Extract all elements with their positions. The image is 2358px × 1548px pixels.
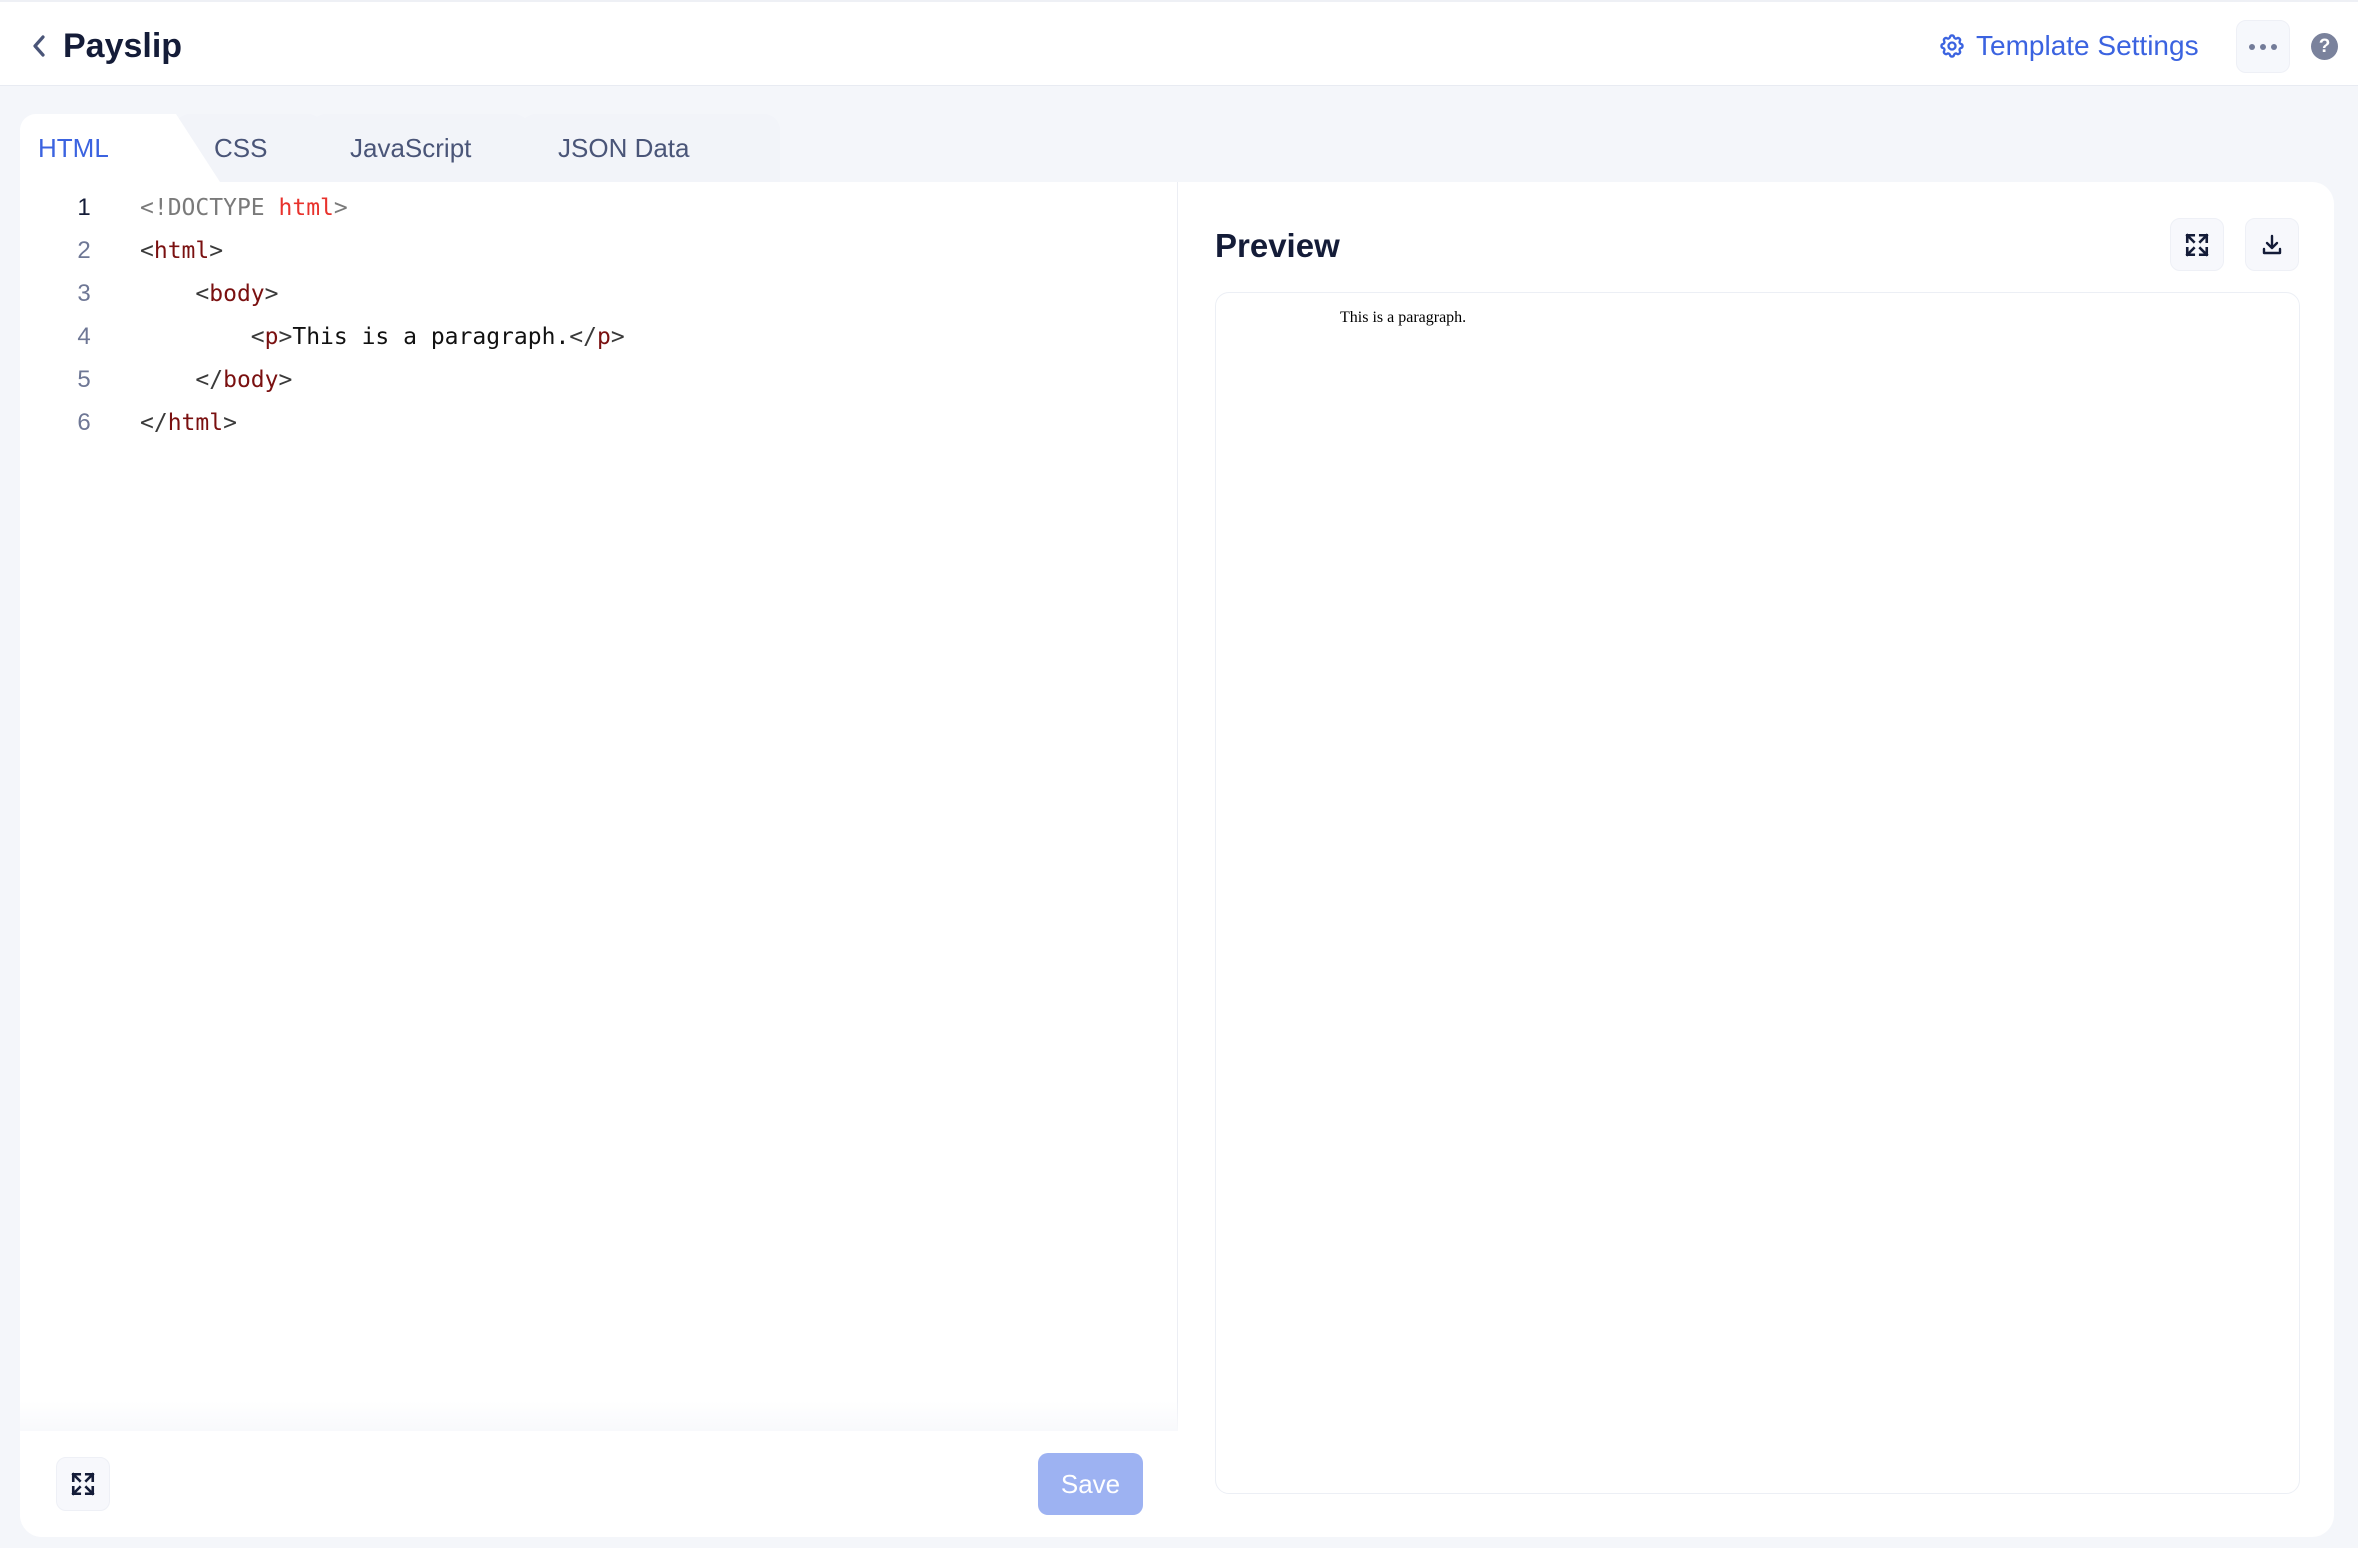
line-number: 1 xyxy=(77,193,91,221)
more-dot xyxy=(2271,43,2277,50)
code-token: <! xyxy=(140,194,168,221)
code-token: html xyxy=(153,237,210,264)
code-token: </ xyxy=(140,409,168,436)
code-token: body xyxy=(223,366,279,393)
preview-panel: Preview This is a paragraph. xyxy=(1178,182,2334,1537)
tab-label: JavaScript xyxy=(350,132,472,163)
expand-icon xyxy=(2185,232,2209,257)
code-text: <!DOCTYPE html> xyxy=(140,195,348,221)
code-token: > xyxy=(610,323,625,350)
code-token: < xyxy=(140,237,154,264)
code-token: body xyxy=(209,280,265,307)
code-token: DOCTYPE xyxy=(167,194,265,221)
download-icon xyxy=(2262,234,2282,254)
tab-label: HTML xyxy=(38,132,109,163)
code-token: p xyxy=(264,323,279,350)
preview-paragraph: This is a paragraph. xyxy=(1340,309,1467,326)
template-settings-label: Template Settings xyxy=(1976,30,2199,61)
line-number: 6 xyxy=(77,408,91,436)
code-line[interactable]: 1 <!DOCTYPE html> xyxy=(20,186,1178,229)
help-glyph: ? xyxy=(2318,35,2331,57)
tab-json-data[interactable]: JSON Data xyxy=(520,114,780,182)
code-text: </html> xyxy=(140,410,237,436)
editor-fullscreen-button[interactable] xyxy=(56,1457,110,1511)
line-number: 2 xyxy=(77,236,91,264)
code-line[interactable]: 5 </body> xyxy=(20,358,1178,401)
editor-footer: Save xyxy=(20,1401,1178,1537)
code-token: </ xyxy=(140,366,224,393)
code-token: html xyxy=(167,409,224,436)
code-token: < xyxy=(140,323,265,350)
code-text: <p>This is a paragraph.</p> xyxy=(140,324,625,350)
preview-title: Preview xyxy=(1215,227,1340,264)
code-line[interactable]: 3 <body> xyxy=(20,272,1178,315)
chevron-left-icon xyxy=(33,35,45,57)
code-text: </body> xyxy=(140,367,292,393)
code-token: > xyxy=(278,366,293,393)
save-button[interactable]: Save xyxy=(1038,1453,1143,1515)
line-number: 4 xyxy=(77,322,91,350)
line-number: 5 xyxy=(77,365,91,393)
code-token: p xyxy=(597,323,611,350)
tab-label: JSON Data xyxy=(558,132,690,163)
top-header: Payslip Template Settings ? xyxy=(0,0,2358,86)
more-dot xyxy=(2260,43,2266,50)
code-token: This is a paragraph. xyxy=(292,323,570,350)
code-editor-panel: 1 <!DOCTYPE html> 2 <html> 3 <body> 4 <p>This… xyxy=(20,182,1178,1537)
code-token: </ xyxy=(569,323,597,350)
code-text: <html> xyxy=(140,238,223,264)
code-token: > xyxy=(278,323,293,350)
code-token: html xyxy=(278,194,334,221)
code-token: > xyxy=(223,409,237,436)
code-token: > xyxy=(333,194,348,221)
code-line[interactable]: 2 <html> xyxy=(20,229,1178,272)
help-icon[interactable]: ? xyxy=(2311,33,2338,60)
tab-label: CSS xyxy=(214,132,268,163)
download-button[interactable] xyxy=(2245,218,2299,271)
page-title: Payslip xyxy=(63,27,183,65)
expand-icon xyxy=(71,1472,95,1496)
code-text: <body> xyxy=(140,280,279,307)
tab-javascript[interactable]: JavaScript xyxy=(310,114,530,182)
preview-fullscreen-button[interactable] xyxy=(2170,218,2224,271)
back-button[interactable] xyxy=(26,30,52,62)
code-line[interactable]: 6 </html> xyxy=(20,401,1178,444)
more-horizontal-icon xyxy=(2249,43,2255,50)
preview-frame: This is a paragraph. xyxy=(1215,292,2300,1494)
code-editor[interactable]: 1 <!DOCTYPE html> 2 <html> 3 <body> 4 <p>This… xyxy=(20,182,1178,1430)
template-settings-button[interactable]: Template Settings xyxy=(1938,24,2199,68)
line-number: 3 xyxy=(77,279,91,307)
more-options-button[interactable] xyxy=(2236,20,2290,73)
code-token: > xyxy=(264,280,279,307)
gear-icon xyxy=(1940,34,1964,58)
code-token: < xyxy=(140,280,210,307)
code-line[interactable]: 4 <p>This is a paragraph.</p> xyxy=(20,315,1178,358)
code-token: > xyxy=(209,237,224,264)
editor-tabs: JSON Data JavaScript CSS HTML xyxy=(20,114,780,182)
